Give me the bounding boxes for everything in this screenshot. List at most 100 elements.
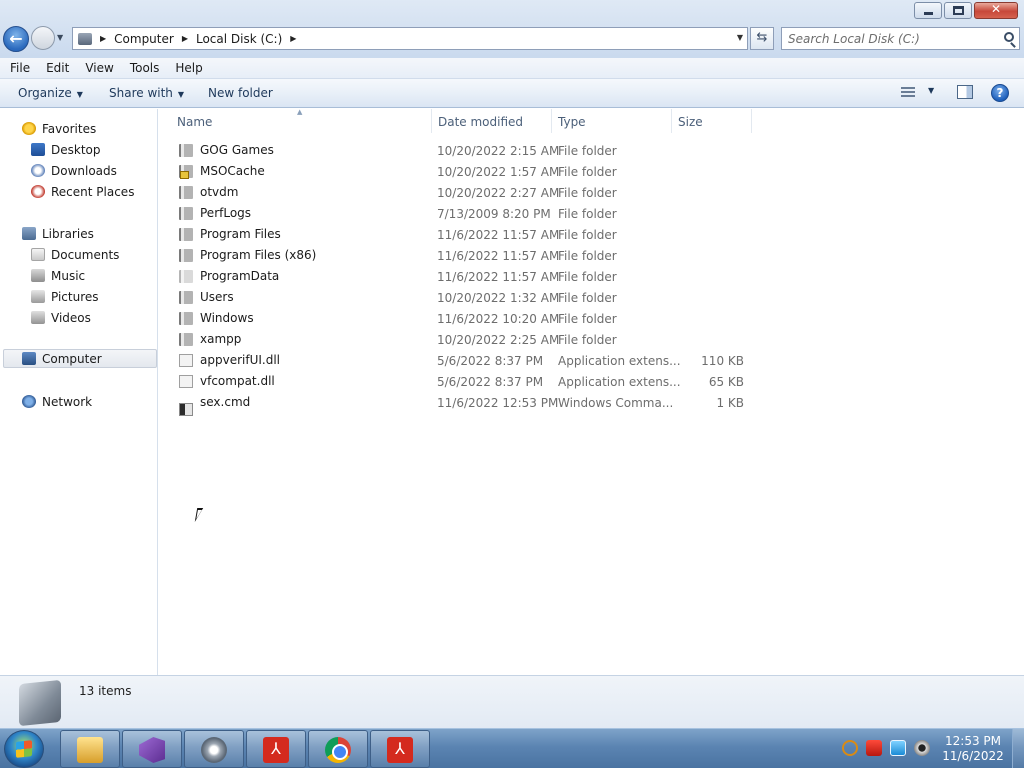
column-divider[interactable] [671,109,672,133]
organize-button[interactable]: Organize ▼ [18,86,83,100]
column-date-modified[interactable]: Date modified [438,115,523,129]
column-divider[interactable] [751,109,752,133]
menu-view[interactable]: View [75,61,119,75]
organize-label: Organize [18,86,72,100]
chrome-icon [325,737,351,763]
tray-search-icon[interactable] [842,740,858,756]
back-button[interactable]: ← [3,26,29,52]
nav-videos[interactable]: Videos [31,308,91,327]
file-name: PerfLogs [200,206,252,220]
nav-music[interactable]: Music [31,266,85,285]
file-type: Application extens... [558,375,681,389]
file-row-xampp[interactable]: xampp 10/20/2022 2:25 AM File folder [175,329,755,350]
nav-recent-places[interactable]: Recent Places [31,182,134,201]
search-box[interactable] [781,27,1020,50]
taskbar-media-player[interactable] [184,730,244,768]
nav-pictures[interactable]: Pictures [31,287,99,306]
taskbar-chrome[interactable] [308,730,368,768]
menu-tools[interactable]: Tools [120,61,166,75]
preview-pane-icon[interactable] [957,85,973,99]
nav-libraries[interactable]: Libraries [22,224,94,243]
dll-file-icon [179,353,193,367]
file-row-gog-games[interactable]: GOG Games 10/20/2022 2:15 AM File folder [175,140,755,161]
address-history-dropdown[interactable]: ▼ [737,33,743,42]
file-name: Windows [200,311,254,325]
menu-edit[interactable]: Edit [36,61,75,75]
nav-desktop[interactable]: Desktop [31,140,101,159]
nav-favorites[interactable]: Favorites [22,119,96,138]
start-button[interactable] [4,730,44,768]
maximize-button[interactable] [944,2,972,19]
help-icon[interactable]: ? [991,84,1009,102]
network-icon [22,395,36,408]
nav-network[interactable]: Network [22,392,92,411]
file-row-program-files-x86[interactable]: Program Files (x86) 11/6/2022 11:57 AM F… [175,245,755,266]
recent-places-icon [31,185,45,198]
file-name: ProgramData [200,269,280,283]
clock[interactable]: 12:53 PM 11/6/2022 [940,734,1006,764]
column-divider[interactable] [431,109,432,133]
file-row-windows[interactable]: Windows 11/6/2022 10:20 AM File folder [175,308,755,329]
recent-pages-button[interactable]: ▼ [57,33,63,42]
folder-icon [179,311,193,325]
restore-icon [953,6,964,15]
taskbar-acrobat-2[interactable] [370,730,430,768]
file-row-otvdm[interactable]: otvdm 10/20/2022 2:27 AM File folder [175,182,755,203]
visual-studio-icon [139,737,165,763]
show-desktop-button[interactable] [1012,729,1024,768]
close-button[interactable]: ✕ [974,2,1018,19]
taskbar-acrobat[interactable] [246,730,306,768]
file-row-users[interactable]: Users 10/20/2022 1:32 AM File folder [175,287,755,308]
search-icon[interactable] [1004,32,1014,42]
address-bar[interactable]: ▶ Computer ▶ Local Disk (C:) ▶ ▼ [72,27,748,50]
share-with-button[interactable]: Share with ▼ [109,86,184,100]
downloads-icon [31,164,45,177]
file-row-vfcompat-dll[interactable]: vfcompat.dll 5/6/2022 8:37 PM Applicatio… [175,371,755,392]
display-icon[interactable] [890,740,906,756]
column-size[interactable]: Size [678,115,703,129]
file-date: 11/6/2022 11:57 AM [437,249,560,263]
file-date: 11/6/2022 12:53 PM [437,396,559,410]
action-center-flag-icon[interactable] [866,740,882,756]
refresh-button[interactable]: ⇆ [750,27,774,50]
nav-documents[interactable]: Documents [31,245,119,264]
column-type[interactable]: Type [558,115,586,129]
breadcrumb-local-disk[interactable]: Local Disk (C:) [196,32,282,46]
minimize-button[interactable] [914,2,942,19]
forward-button[interactable] [31,26,55,50]
breadcrumb-computer[interactable]: Computer [114,32,174,46]
file-row-sex-cmd[interactable]: sex.cmd 11/6/2022 12:53 PM Windows Comma… [175,392,755,416]
volume-icon[interactable] [914,740,930,756]
file-name-cell: vfcompat.dll [179,374,275,388]
chevron-right-icon[interactable]: ▶ [100,34,106,43]
file-name-cell: GOG Games [179,143,274,157]
column-divider[interactable] [551,109,552,133]
file-row-programdata[interactable]: ProgramData 11/6/2022 11:57 AM File fold… [175,266,755,287]
file-row-program-files[interactable]: Program Files 11/6/2022 11:57 AM File fo… [175,224,755,245]
file-row-perflogs[interactable]: PerfLogs 7/13/2009 8:20 PM File folder [175,203,755,224]
taskbar-visual-studio[interactable] [122,730,182,768]
chevron-right-icon[interactable]: ▶ [290,34,296,43]
nav-computer-label: Computer [42,351,102,366]
nav-downloads[interactable]: Downloads [31,161,117,180]
file-name-cell: appverifUI.dll [179,353,280,367]
change-view-button[interactable]: ▼ [901,85,939,101]
file-row-msocache[interactable]: MSOCache 10/20/2022 1:57 AM File folder [175,161,755,182]
chevron-right-icon[interactable]: ▶ [182,34,188,43]
menu-file[interactable]: File [0,61,36,75]
file-type: Application extens... [558,354,681,368]
search-input[interactable] [788,28,998,49]
file-name: Program Files (x86) [200,248,317,262]
system-tray [842,740,938,756]
column-name[interactable]: Name [177,115,212,129]
menu-help[interactable]: Help [165,61,208,75]
nav-videos-label: Videos [51,310,91,325]
nav-computer[interactable]: Computer [3,349,157,368]
file-type: File folder [558,249,617,263]
new-folder-button[interactable]: New folder [208,86,273,100]
taskbar-explorer[interactable] [60,730,120,768]
mouse-pointer-icon [194,508,210,522]
file-name-cell: xampp [179,332,241,346]
file-row-appverifui-dll[interactable]: appverifUI.dll 5/6/2022 8:37 PM Applicat… [175,350,755,371]
window-controls: ✕ [912,2,1018,19]
